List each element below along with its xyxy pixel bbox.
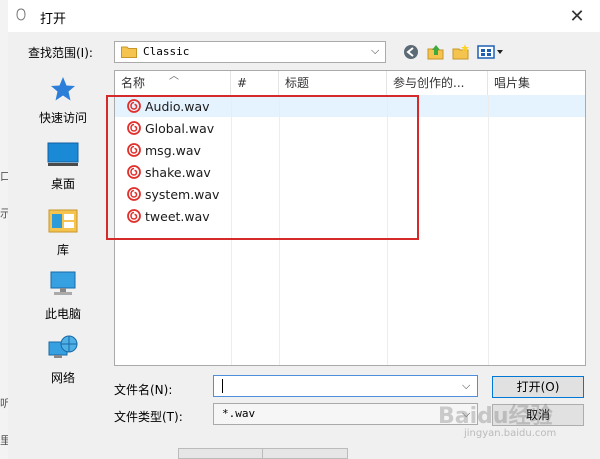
app-icon	[16, 8, 26, 21]
places-bar: 快速访问 桌面 库 此电脑 网络	[24, 70, 106, 400]
place-label: 库	[56, 243, 69, 257]
folder-icon	[121, 46, 137, 58]
column-number[interactable]: #	[231, 71, 279, 95]
background-window-button	[262, 448, 348, 459]
column-album[interactable]: 唱片集	[488, 71, 585, 95]
column-title[interactable]: 标题	[279, 71, 387, 95]
place-label: 快速访问	[38, 111, 87, 125]
computer-icon	[50, 271, 76, 295]
annotation-highlight-box	[106, 95, 419, 240]
back-arrow-icon	[404, 45, 418, 59]
up-folder-button[interactable]	[425, 42, 447, 62]
star-icon	[51, 77, 75, 101]
lookin-dropdown[interactable]: Classic ⌵	[114, 41, 386, 63]
lookin-label: 查找范围(I):	[28, 46, 93, 60]
close-button[interactable]: ✕	[556, 0, 598, 32]
place-label: 此电脑	[44, 307, 81, 321]
watermark-url: jingyan.baidu.com	[464, 428, 557, 439]
new-folder-icon	[452, 44, 469, 60]
chevron-down-icon: ⌵	[371, 44, 380, 57]
place-desktop[interactable]: 桌面	[24, 142, 102, 192]
desktop-icon	[47, 142, 79, 166]
library-icon	[48, 209, 78, 233]
place-this-pc[interactable]: 此电脑	[24, 270, 102, 322]
filename-label: 文件名(N):	[114, 383, 173, 397]
new-folder-button[interactable]	[450, 42, 472, 62]
text-caret	[222, 379, 223, 393]
up-folder-icon	[427, 45, 444, 60]
filetype-value: *.wav	[222, 407, 256, 420]
view-menu-button[interactable]	[476, 42, 506, 62]
place-label: 网络	[50, 371, 75, 385]
column-name[interactable]: 名称 ︿	[115, 71, 231, 95]
filetype-label: 文件类型(T):	[114, 410, 183, 424]
chevron-down-icon[interactable]: ⌵	[462, 379, 470, 393]
dialog-title: 打开	[40, 12, 67, 27]
watermark: Baidu经验	[438, 404, 553, 429]
place-label: 桌面	[50, 177, 75, 191]
column-contributing-artists[interactable]: 参与创作的...	[387, 71, 488, 95]
open-button[interactable]: 打开(O)	[492, 376, 584, 398]
place-network[interactable]: 网络	[24, 334, 102, 386]
place-quick-access[interactable]: 快速访问	[24, 76, 102, 126]
column-header-row: 名称 ︿ # 标题 参与创作的... 唱片集	[115, 71, 585, 96]
title-bar[interactable]: 打开 ✕	[8, 0, 600, 32]
open-file-dialog: 打开 ✕ 查找范围(I): Classic ⌵ 快速访问 桌面 库 此电脑 网络…	[8, 0, 600, 459]
column-divider	[488, 95, 489, 365]
background-window-strip: 口 示 听 里	[0, 0, 11, 459]
network-icon	[48, 335, 78, 358]
back-button[interactable]	[400, 42, 422, 62]
view-grid-icon	[477, 45, 503, 59]
close-icon: ✕	[569, 5, 585, 27]
place-library[interactable]: 库	[24, 206, 102, 258]
sort-ascending-icon: ︿	[169, 71, 179, 82]
filename-input[interactable]: ⌵	[213, 375, 478, 397]
lookin-value: Classic	[143, 45, 190, 58]
